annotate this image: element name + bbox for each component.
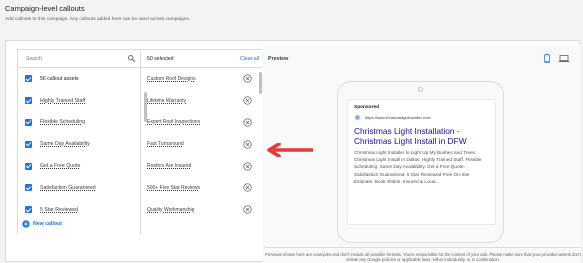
ad-url-row: https://www.christmaslightinstaller.com/ bbox=[354, 114, 489, 121]
selected-header: 50 selected Clear all bbox=[141, 50, 262, 68]
selected-item: Fast Turnaround bbox=[141, 133, 262, 155]
section-header: Campaign-level callouts Add callouts to … bbox=[5, 4, 190, 22]
callout-picker: 56 callout assets Highly Trained Staff F… bbox=[10, 45, 263, 263]
list-item-label: 56 callout assets bbox=[40, 75, 79, 82]
list-item[interactable]: Get a Free Quote bbox=[18, 155, 140, 177]
selected-item: Lifetime Warranty bbox=[141, 90, 262, 112]
checkbox[interactable] bbox=[25, 140, 32, 148]
selected-item: Roofers Are Insured bbox=[141, 155, 262, 177]
camera-icon bbox=[418, 87, 423, 92]
new-callout-button[interactable]: New callout bbox=[22, 220, 62, 228]
remove-icon[interactable] bbox=[243, 183, 252, 192]
ad-url: https://www.christmaslightinstaller.com/ bbox=[365, 115, 431, 120]
phone-mockup: Sponsored https://www.christmaslightinst… bbox=[337, 81, 504, 243]
list-item-all[interactable]: 56 callout assets bbox=[18, 68, 140, 90]
sponsored-label: Sponsored bbox=[354, 105, 380, 110]
search-row bbox=[18, 50, 140, 68]
list-item[interactable]: Flexible Scheduling bbox=[18, 112, 140, 134]
mobile-icon[interactable] bbox=[544, 54, 550, 63]
selected-item-label[interactable]: Custom Roof Designs bbox=[147, 76, 196, 82]
checkbox[interactable] bbox=[25, 206, 32, 214]
red-arrow-annotation bbox=[267, 143, 313, 157]
remove-icon[interactable] bbox=[243, 96, 252, 105]
remove-icon[interactable] bbox=[243, 140, 252, 149]
desktop-icon[interactable] bbox=[559, 55, 569, 62]
list-item-label: Same Day Availability bbox=[40, 141, 90, 148]
remove-icon[interactable] bbox=[243, 118, 252, 127]
clear-all-button[interactable]: Clear all bbox=[240, 56, 259, 62]
checkbox[interactable] bbox=[25, 184, 32, 192]
list-item-label: Satisfaction Guaranteed bbox=[40, 184, 96, 191]
list-item[interactable]: Highly Trained Staff bbox=[18, 90, 140, 112]
page-subtitle: Add callouts to this campaign. Any callo… bbox=[5, 17, 191, 22]
ad-description: Christmas Light Installer to Light Up My… bbox=[354, 150, 482, 184]
remove-icon[interactable] bbox=[243, 161, 252, 171]
selected-item-label[interactable]: Roofers Are Insured bbox=[147, 163, 191, 169]
selected-item-label[interactable]: Lifetime Warranty bbox=[147, 98, 186, 104]
available-list: 56 callout assets Highly Trained Staff F… bbox=[17, 49, 147, 234]
selected-count: 50 selected bbox=[147, 55, 174, 62]
selected-item: Expert Roof Inspections bbox=[141, 112, 262, 134]
selected-item-label[interactable]: Quality Workmanship bbox=[147, 207, 194, 213]
checkbox[interactable] bbox=[25, 162, 32, 170]
selected-item: Quality Workmanship bbox=[141, 199, 262, 221]
selected-item: Custom Roof Designs bbox=[141, 68, 262, 90]
list-item-label: Highly Trained Staff bbox=[40, 97, 86, 104]
selected-item-label[interactable]: Expert Roof Inspections bbox=[147, 119, 200, 125]
preview-disclaimer: Previews shown here are examples and don… bbox=[265, 247, 581, 263]
checkbox[interactable] bbox=[25, 75, 32, 83]
remove-icon[interactable] bbox=[243, 74, 252, 84]
new-callout-label: New callout bbox=[33, 221, 62, 227]
list-item[interactable]: 5 Star Reviewed bbox=[18, 199, 140, 221]
add-circle-icon bbox=[22, 220, 30, 228]
search-icon[interactable] bbox=[127, 54, 136, 63]
selected-list: 50 selected Clear all Custom Roof Design… bbox=[141, 49, 263, 234]
remove-icon[interactable] bbox=[243, 205, 252, 214]
list-item[interactable]: Same Day Availability bbox=[18, 133, 140, 155]
ad-headline[interactable]: Christmas Light Installation - Christmas… bbox=[354, 126, 489, 146]
list-item-label: Get a Free Quote bbox=[40, 163, 81, 170]
checkbox[interactable] bbox=[25, 97, 32, 105]
selected-item: 500+ Five Star Reviews bbox=[141, 177, 262, 199]
checkbox[interactable] bbox=[25, 118, 32, 126]
globe-icon bbox=[354, 114, 361, 121]
list-item-label: 5 Star Reviewed bbox=[40, 206, 79, 213]
ad-preview: Sponsored https://www.christmaslightinst… bbox=[347, 99, 496, 225]
selected-item-label[interactable]: Fast Turnaround bbox=[147, 141, 184, 147]
search-input[interactable] bbox=[26, 54, 118, 64]
page-title: Campaign-level callouts bbox=[5, 4, 85, 13]
selected-item-label[interactable]: 500+ Five Star Reviews bbox=[147, 185, 200, 191]
list-item[interactable]: Satisfaction Guaranteed bbox=[18, 177, 140, 199]
list-item-label: Flexible Scheduling bbox=[40, 119, 85, 126]
preview-title: Preview bbox=[268, 56, 289, 62]
